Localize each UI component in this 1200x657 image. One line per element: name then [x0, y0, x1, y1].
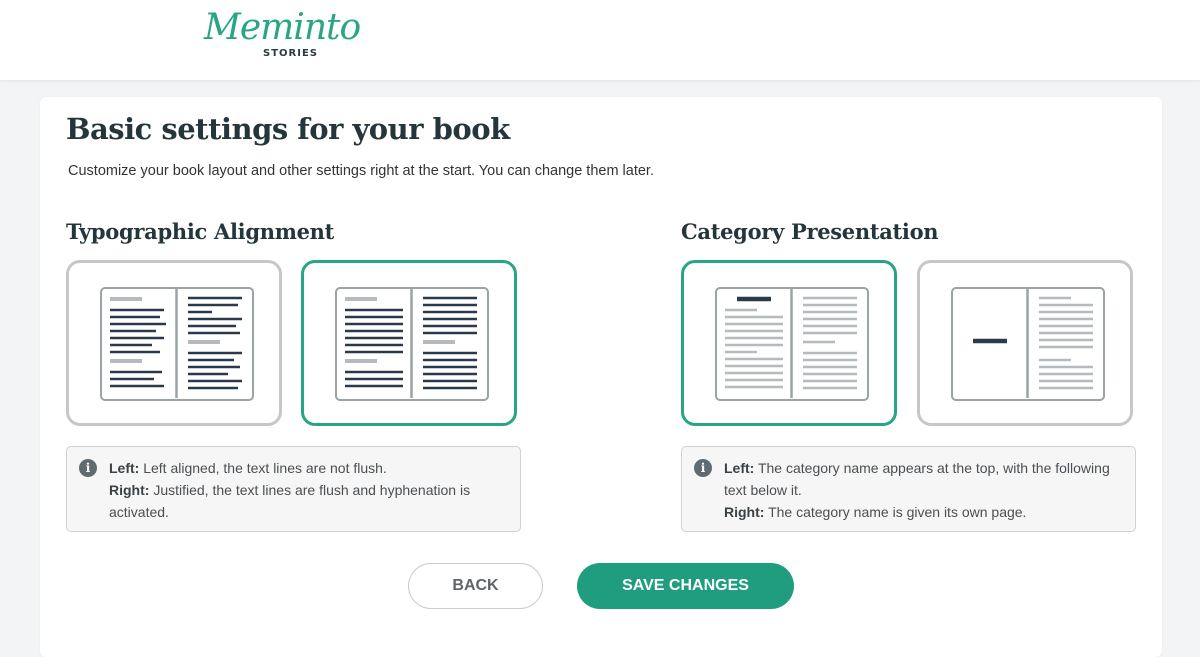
- page-subtitle: Customize your book layout and other set…: [68, 163, 654, 179]
- left-aligned-layout-icon: [110, 289, 242, 398]
- back-button[interactable]: BACK: [408, 563, 543, 609]
- category-own-page-layout-icon: [973, 289, 1093, 398]
- info-right-label: Right:: [724, 504, 765, 520]
- option-category-on-top[interactable]: [681, 260, 897, 426]
- category-info-text: Left: The category name appears at the t…: [724, 457, 1123, 523]
- typographic-alignment-title: Typographic Alignment: [66, 219, 335, 244]
- logo-subtitle: STORIES: [263, 48, 318, 59]
- info-circle-icon: i: [79, 459, 97, 477]
- info-right-label: Right:: [109, 482, 150, 498]
- option-left-aligned[interactable]: [66, 260, 282, 426]
- info-left-text: The category name appears at the top, wi…: [724, 460, 1110, 498]
- typographic-info-box: i Left: Left aligned, the text lines are…: [66, 446, 521, 532]
- info-left-label: Left:: [724, 460, 755, 476]
- typographic-info-text: Left: Left aligned, the text lines are n…: [109, 457, 508, 523]
- logo-script: Meminto: [204, 7, 361, 48]
- book-category-top-illustration: [715, 287, 869, 401]
- option-category-own-page[interactable]: [917, 260, 1133, 426]
- justified-layout-icon: [345, 289, 477, 398]
- book-category-own-page-illustration: [951, 287, 1105, 401]
- info-left-label: Left:: [109, 460, 140, 476]
- info-circle-icon: i: [694, 459, 712, 477]
- top-navigation-bar: Meminto STORIES: [0, 0, 1200, 80]
- book-justified-illustration: [335, 287, 489, 401]
- page-title: Basic settings for your book: [66, 112, 510, 146]
- info-right-text: Justified, the text lines are flush and …: [109, 482, 471, 520]
- option-justified[interactable]: [301, 260, 517, 426]
- book-left-aligned-illustration: [100, 287, 254, 401]
- category-info-box: i Left: The category name appears at the…: [681, 446, 1136, 532]
- meminto-logo[interactable]: Meminto STORIES: [204, 6, 361, 66]
- info-right-text: The category name is given its own page.: [764, 504, 1027, 520]
- category-presentation-title: Category Presentation: [681, 219, 939, 244]
- info-left-text: Left aligned, the text lines are not flu…: [139, 460, 387, 476]
- category-top-layout-icon: [725, 289, 857, 398]
- save-changes-button[interactable]: SAVE CHANGES: [577, 563, 794, 609]
